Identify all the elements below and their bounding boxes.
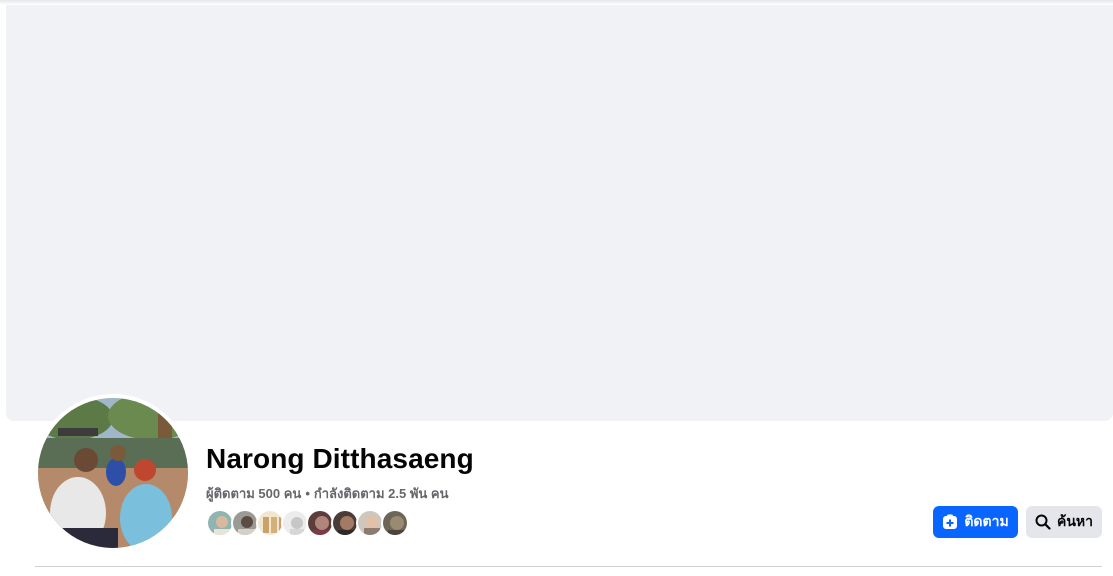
profile-name: Narong Ditthasaeng [206, 443, 474, 474]
mutual-friend-avatar[interactable] [206, 509, 234, 537]
followers-count-link[interactable]: ผู้ติดตาม 500 คน [206, 486, 301, 501]
follow-plus-icon [942, 514, 958, 530]
follow-button-label: ติดตาม [964, 513, 1009, 529]
mutual-friend-avatar[interactable] [256, 509, 284, 537]
stats-separator: • [305, 486, 310, 501]
mutual-friend-avatar[interactable] [281, 509, 309, 537]
avatar-photo [38, 398, 188, 548]
mutual-friend-avatar[interactable] [381, 509, 409, 537]
mutual-friend-avatar[interactable] [356, 509, 384, 537]
profile-header-divider [35, 566, 1102, 567]
search-button-label: ค้นหา [1056, 513, 1094, 529]
follow-stats: ผู้ติดตาม 500 คน • กำลังติดตาม 2.5 พัน คน [206, 483, 449, 504]
following-count-link[interactable]: กำลังติดตาม 2.5 พัน คน [314, 486, 449, 501]
mutual-friends-avatars [206, 509, 416, 537]
search-button[interactable]: ค้นหา [1026, 506, 1102, 538]
follow-button[interactable]: ติดตาม [933, 506, 1018, 538]
profile-avatar[interactable] [38, 398, 188, 548]
mutual-friend-avatar[interactable] [231, 509, 259, 537]
search-icon [1035, 514, 1051, 530]
mutual-friend-avatar[interactable] [306, 509, 334, 537]
cover-photo-placeholder[interactable] [6, 5, 1113, 421]
mutual-friend-avatar[interactable] [331, 509, 359, 537]
